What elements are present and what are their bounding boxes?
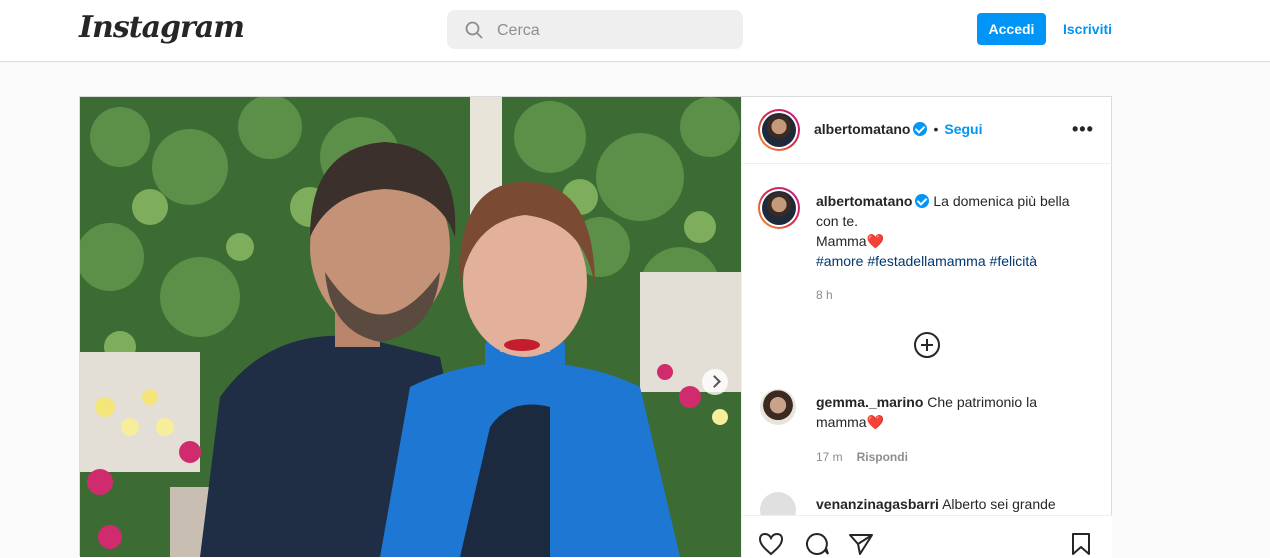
comment: gemma._marino Che patrimonio la mamma❤️ …	[816, 392, 1101, 467]
author-avatar[interactable]	[758, 109, 800, 151]
verified-badge-icon	[915, 194, 930, 208]
instagram-logo[interactable]: Instagram	[79, 10, 245, 45]
post-card: albertomatano • Segui ••• albertomatano La…	[79, 96, 1112, 558]
follow-button[interactable]: Segui	[944, 121, 982, 137]
author-username[interactable]: albertomatano	[814, 121, 910, 137]
load-more-comments-icon[interactable]	[914, 332, 940, 358]
comment-bubble-icon[interactable]	[804, 532, 830, 556]
post-photo[interactable]	[80, 97, 741, 557]
search-input[interactable]	[495, 10, 729, 51]
comment-text-line-1: Che patrimonio la	[927, 394, 1037, 410]
login-button[interactable]: Accedi	[977, 13, 1046, 45]
post-sidebar: albertomatano • Segui ••• albertomatano La…	[741, 97, 1112, 558]
post-header: albertomatano • Segui •••	[742, 97, 1112, 164]
signup-link[interactable]: Iscriviti	[1063, 21, 1112, 37]
next-photo-button[interactable]	[702, 369, 728, 395]
like-heart-icon[interactable]	[758, 532, 784, 556]
caption-line-2: con te.	[816, 213, 859, 229]
commenter-avatar[interactable]	[760, 389, 796, 425]
verified-badge-icon	[913, 122, 928, 136]
comment-text: Alberto sei grande	[942, 496, 1056, 512]
comment-timestamp[interactable]: 17 m	[816, 450, 843, 464]
caption-line-3: Mamma	[816, 233, 867, 249]
post-image	[80, 97, 741, 557]
caption-timestamp[interactable]: 8 h	[816, 285, 1101, 305]
red-heart-emoji: ❤️	[866, 414, 884, 430]
top-navigation-bar: Instagram Accedi Iscriviti	[0, 0, 1270, 62]
caption-username[interactable]: albertomatano	[816, 193, 912, 209]
save-bookmark-icon[interactable]	[1070, 532, 1092, 556]
author-info: albertomatano • Segui	[814, 121, 983, 139]
red-heart-emoji: ❤️	[866, 233, 884, 249]
post-action-bar	[742, 515, 1112, 558]
hashtag-amore[interactable]: #amore	[816, 253, 863, 269]
separator-dot: •	[933, 121, 939, 137]
caption: albertomatano La domenica più bella con …	[816, 191, 1101, 305]
hashtag-felicita[interactable]: #felicità	[990, 253, 1037, 269]
caption-author-avatar[interactable]	[758, 187, 800, 229]
comment-text-line-2: mamma	[816, 414, 867, 430]
search-icon	[465, 21, 483, 39]
search-box[interactable]	[447, 10, 743, 51]
comment-username[interactable]: venanzinagasbarri	[816, 496, 939, 512]
comment: venanzinagasbarri Alberto sei grande	[816, 494, 1101, 514]
more-options-icon[interactable]: •••	[1072, 119, 1094, 140]
share-paper-plane-icon[interactable]	[848, 532, 874, 556]
comment-username[interactable]: gemma._marino	[816, 394, 923, 410]
reply-button[interactable]: Rispondi	[857, 450, 908, 464]
hashtag-festadellamamma[interactable]: #festadellamamma	[867, 253, 985, 269]
caption-line-1: La domenica più bella	[933, 193, 1070, 209]
